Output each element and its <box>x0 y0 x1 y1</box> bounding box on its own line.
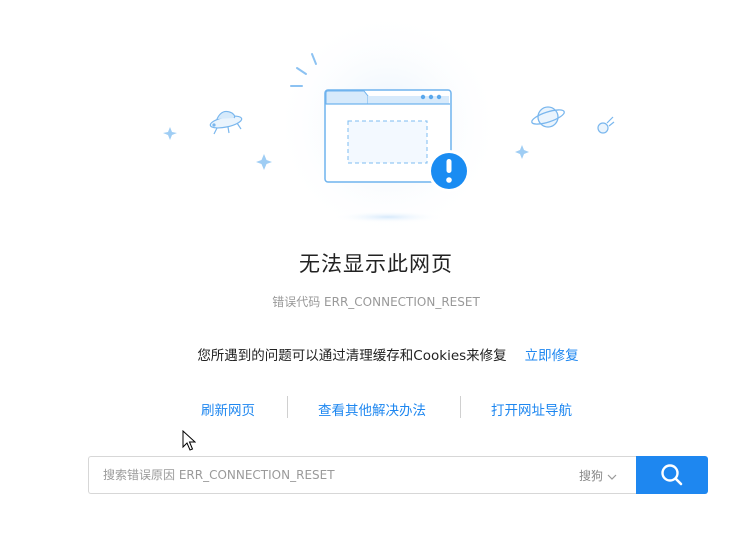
fix-hint-text: 您所遇到的问题可以通过清理缓存和Cookies来修复 <box>197 348 507 364</box>
link-divider <box>287 396 288 418</box>
chevron-down-icon <box>607 474 617 480</box>
search-input[interactable] <box>103 466 543 484</box>
open-nav-link[interactable]: 打开网址导航 <box>491 399 572 419</box>
search-box: 搜狗 <box>88 456 636 494</box>
search-bar: 搜狗 <box>88 456 708 494</box>
fix-hint: 您所遇到的问题可以通过清理缓存和Cookies来修复 立即修复 <box>0 344 752 364</box>
other-solutions-link[interactable]: 查看其他解决办法 <box>318 399 426 419</box>
error-illustration <box>163 10 615 240</box>
fix-now-link[interactable]: 立即修复 <box>525 348 579 364</box>
search-engine-label: 搜狗 <box>579 469 604 483</box>
mouse-cursor-icon <box>182 430 196 451</box>
ufo-icon <box>209 110 243 135</box>
search-engine-select[interactable]: 搜狗 <box>579 467 617 484</box>
search-button[interactable] <box>636 456 708 494</box>
planet-icon <box>531 106 565 128</box>
error-title: 无法显示此网页 <box>299 252 453 276</box>
alert-exclamation-icon <box>428 150 470 192</box>
refresh-page-link[interactable]: 刷新网页 <box>201 399 255 419</box>
comet-icon <box>597 116 615 134</box>
link-divider <box>460 396 461 418</box>
search-icon <box>661 464 683 486</box>
action-links: 刷新网页 查看其他解决办法 打开网址导航 <box>0 396 752 420</box>
error-code: 错误代码 ERR_CONNECTION_RESET <box>272 295 480 309</box>
